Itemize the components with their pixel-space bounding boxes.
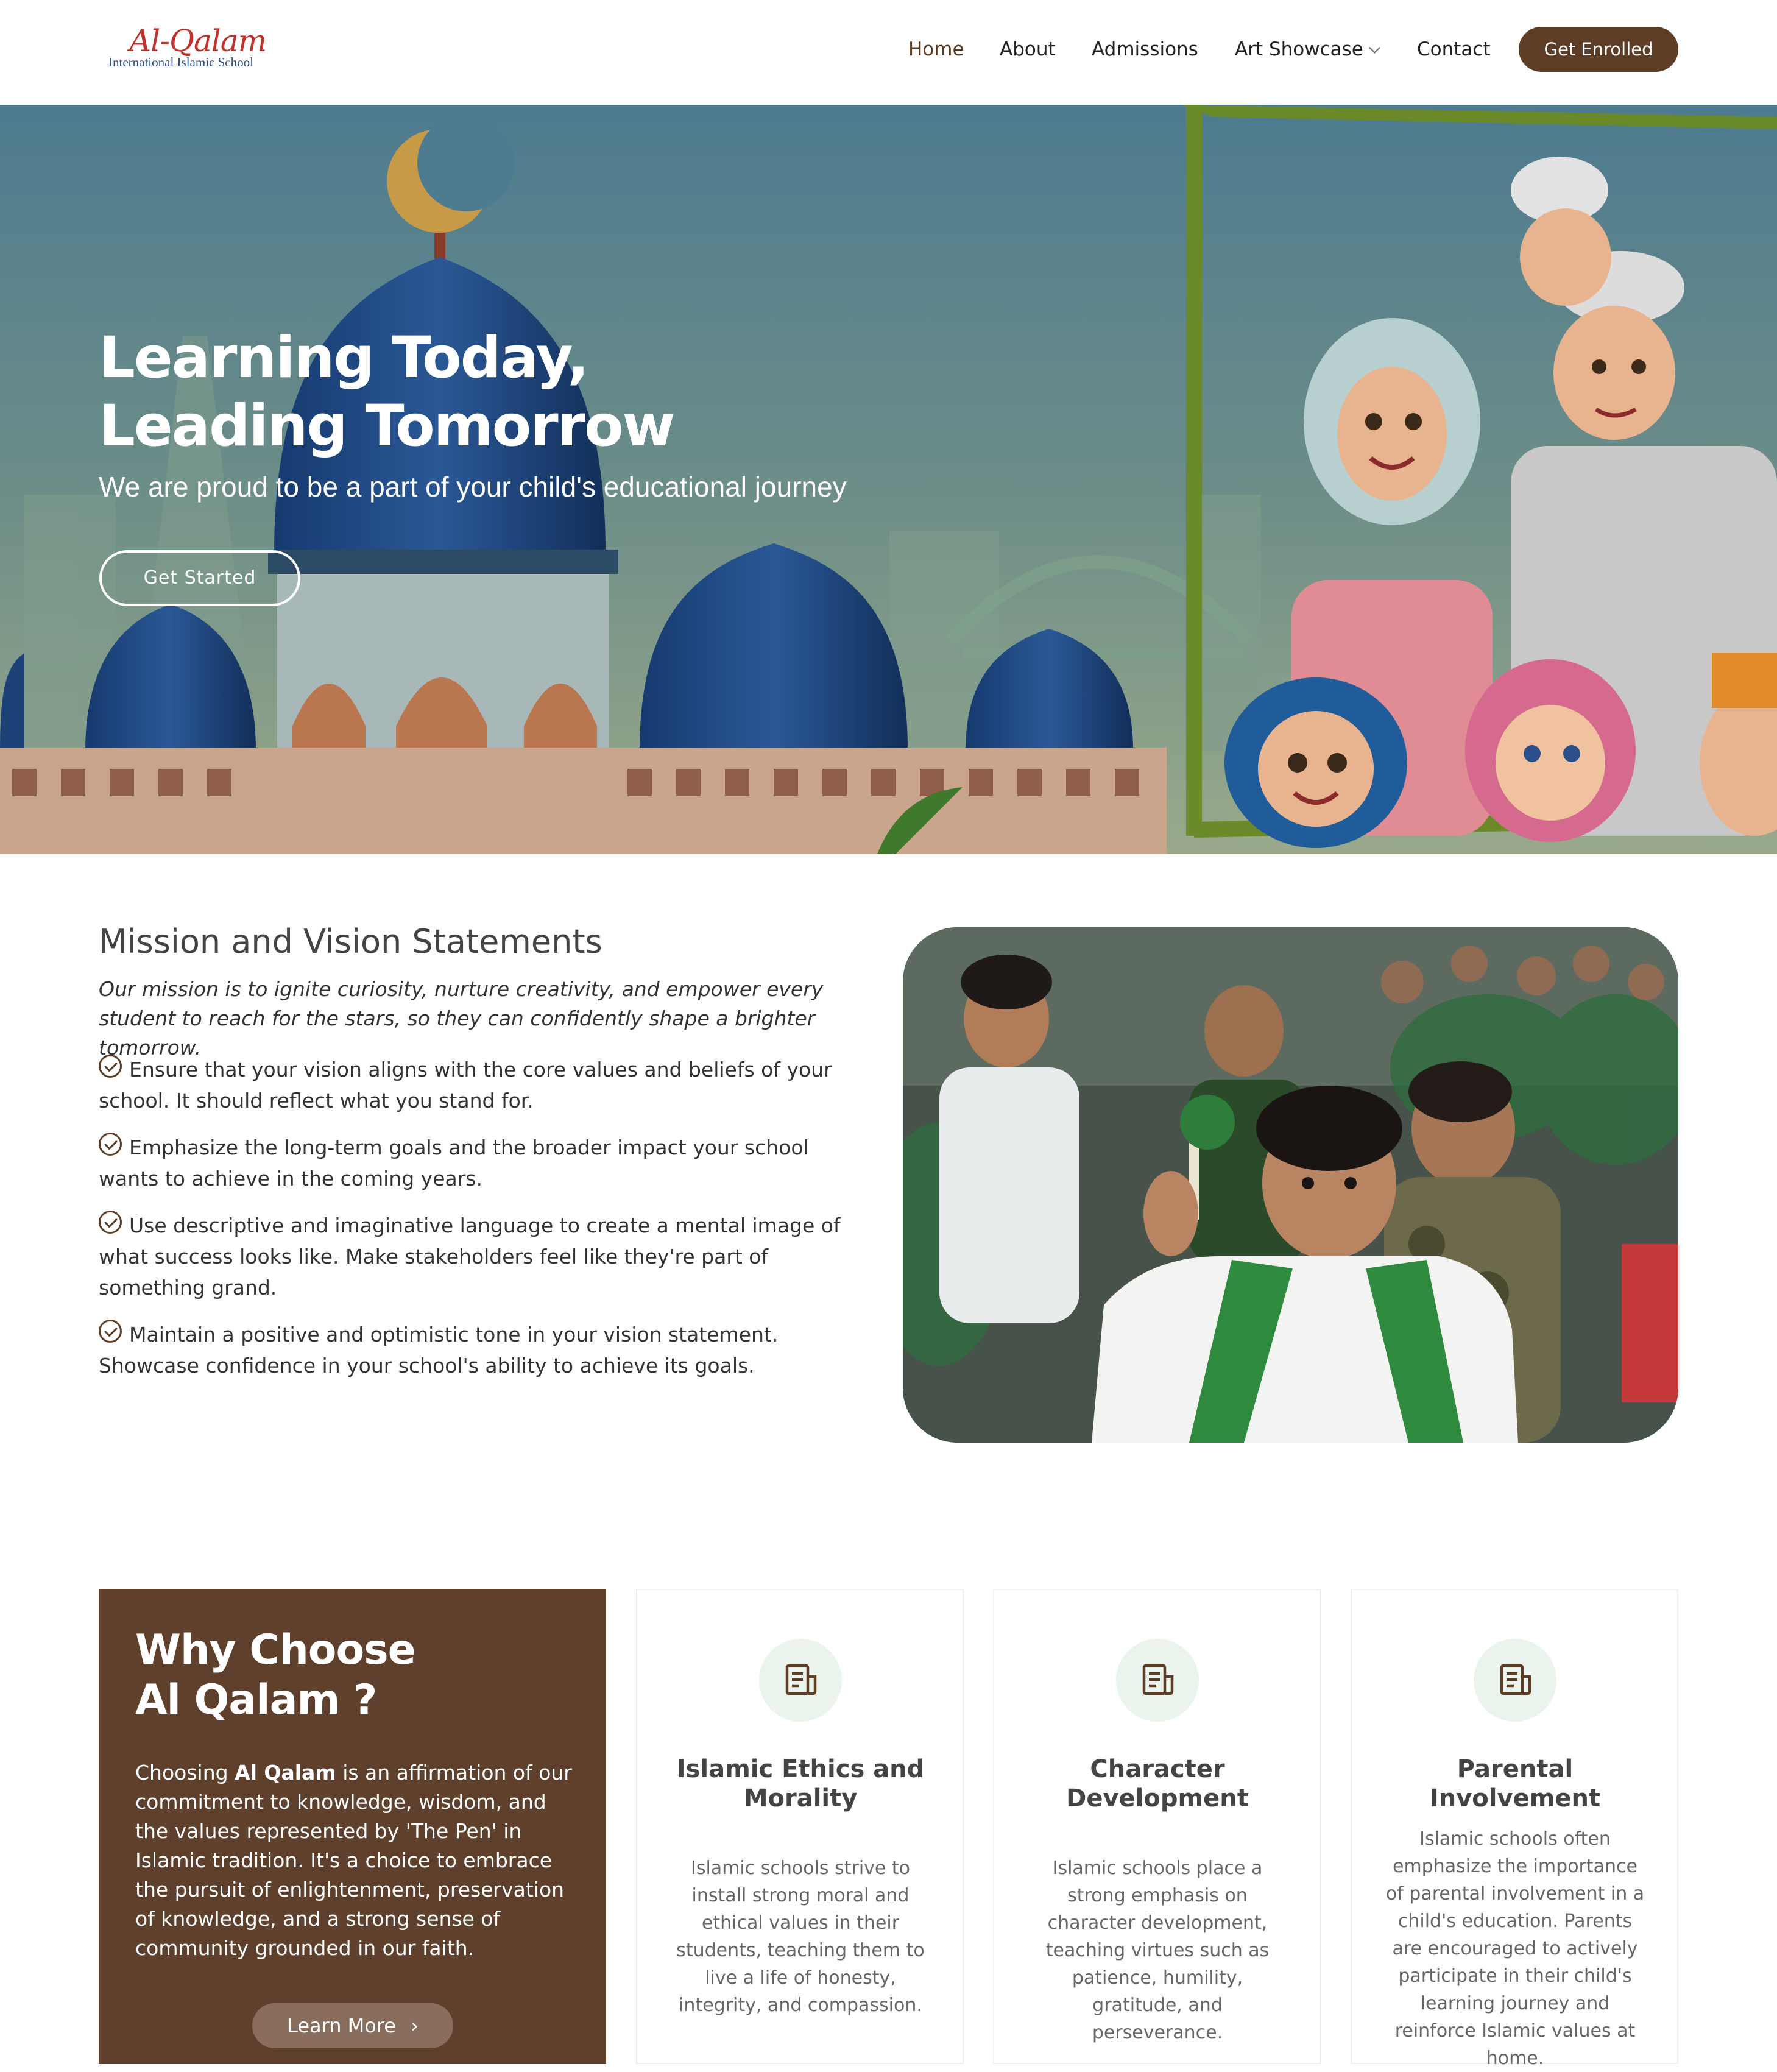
- mission-point-text: Emphasize the long-term goals and the br…: [99, 1136, 809, 1190]
- nav-art-showcase-label: Art Showcase: [1235, 38, 1363, 60]
- why-title-line-1: Why Choose: [135, 1626, 416, 1674]
- card-text: Islamic schools place a strong emphasis …: [1045, 1858, 1270, 2043]
- document-icon: [785, 1664, 817, 1695]
- why-choose-panel: Why Choose Al Qalam ? Choosing Al Qalam …: [99, 1589, 606, 2064]
- site-header: Al-Qalam International Islamic School Ho…: [0, 0, 1777, 105]
- why-title-line-2: Al Qalam ?: [135, 1676, 377, 1724]
- document-icon: [1142, 1664, 1174, 1695]
- card-text: Islamic schools often emphasize the impo…: [1385, 1828, 1645, 2069]
- check-circle-icon: [99, 1320, 122, 1343]
- card-text: Islamic schools strive to install strong…: [676, 1858, 925, 2016]
- school-logo[interactable]: Al-Qalam International Islamic School: [108, 23, 267, 78]
- nav-about[interactable]: About: [1000, 34, 1056, 65]
- mission-intro: Our mission is to ignite curiosity, nurt…: [99, 977, 824, 1059]
- mission-point-text: Maintain a positive and optimistic tone …: [99, 1323, 779, 1377]
- list-item: Use descriptive and imaginative language…: [99, 1210, 872, 1303]
- logo-wordmark: Al-Qalam: [129, 23, 267, 58]
- students-photo-image: [903, 927, 1678, 1443]
- nav-art-showcase[interactable]: Art Showcase: [1235, 34, 1380, 65]
- nav-admissions[interactable]: Admissions: [1092, 34, 1198, 65]
- document-icon: [1500, 1664, 1531, 1695]
- check-circle-icon: [99, 1055, 122, 1078]
- why-choose-text: Choosing Al Qalam is an affirmation of o…: [135, 1758, 580, 1963]
- list-item: Maintain a positive and optimistic tone …: [99, 1319, 872, 1381]
- mission-title: Mission and Vision Statements: [99, 922, 602, 961]
- nav-home[interactable]: Home: [908, 34, 964, 65]
- mission-point-text: Use descriptive and imaginative language…: [99, 1214, 841, 1299]
- card-title: Islamic Ethics and Morality: [676, 1755, 925, 1812]
- feature-card-parental: Parental Involvement Islamic schools oft…: [1351, 1589, 1678, 2069]
- check-circle-icon: [99, 1133, 122, 1156]
- card-title: Parental Involvement: [1429, 1755, 1601, 1812]
- logo-tagline: International Islamic School: [108, 55, 253, 69]
- card-icon-circle: [759, 1639, 842, 1722]
- list-item: Emphasize the long-term goals and the br…: [99, 1132, 872, 1194]
- why-text-prefix: Choosing: [135, 1761, 235, 1784]
- nav-contact[interactable]: Contact: [1417, 34, 1491, 65]
- why-text-rest: is an affirmation of our commitment to k…: [135, 1761, 572, 1960]
- chevron-right-icon: ›: [411, 2014, 419, 2037]
- learn-more-button[interactable]: Learn More ›: [252, 2003, 453, 2048]
- hero-subtitle: We are proud to be a part of your child'…: [99, 471, 847, 503]
- mission-points-list: Ensure that your vision aligns with the …: [99, 1054, 872, 1397]
- hero-title-line-1: Learning Today,: [99, 325, 589, 391]
- feature-card-character: Character Development Islamic schools pl…: [993, 1589, 1321, 2064]
- hero-title: Learning Today, Leading Tomorrow: [99, 324, 891, 461]
- why-text-bold: Al Qalam: [235, 1761, 336, 1784]
- check-circle-icon: [99, 1211, 122, 1234]
- card-title: Character Development: [1066, 1755, 1249, 1812]
- students-photo: [903, 927, 1678, 1443]
- hero-title-line-2: Leading Tomorrow: [99, 393, 675, 459]
- get-enrolled-button[interactable]: Get Enrolled: [1519, 27, 1678, 72]
- mission-point-text: Ensure that your vision aligns with the …: [99, 1058, 832, 1112]
- get-started-button[interactable]: Get Started: [99, 550, 300, 606]
- chevron-down-icon: [1369, 42, 1380, 54]
- card-icon-circle: [1474, 1639, 1556, 1722]
- feature-card-ethics: Islamic Ethics and Morality Islamic scho…: [636, 1589, 964, 2064]
- why-choose-title: Why Choose Al Qalam ?: [135, 1625, 416, 1725]
- hero-banner: Learning Today, Leading Tomorrow We are …: [0, 105, 1777, 854]
- learn-more-label: Learn More: [287, 2014, 396, 2037]
- card-icon-circle: [1116, 1639, 1199, 1722]
- list-item: Ensure that your vision aligns with the …: [99, 1054, 872, 1116]
